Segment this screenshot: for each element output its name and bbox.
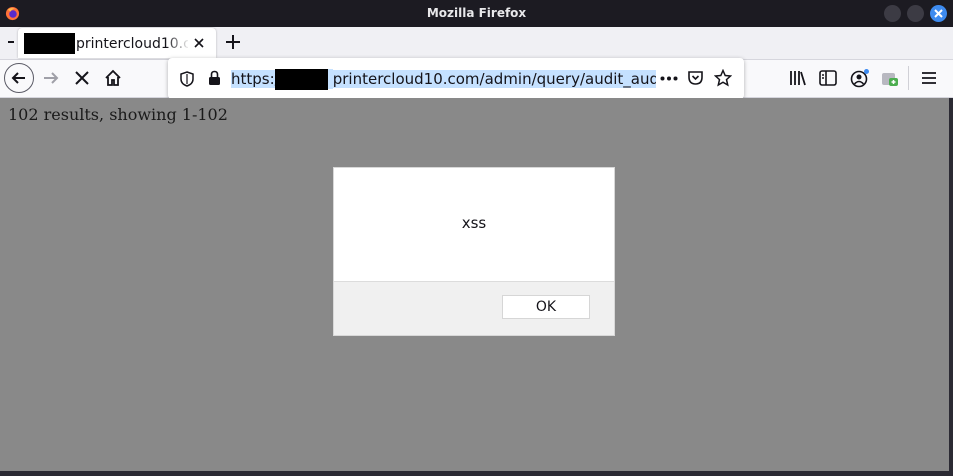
window-right-border — [949, 98, 953, 476]
maximize-button[interactable] — [907, 5, 924, 22]
redacted-block — [275, 69, 328, 90]
back-button[interactable] — [4, 63, 34, 93]
results-summary: 102 results, showing 1-102 — [8, 105, 228, 124]
url-rest: printercloud10.com/admin/query/audit_aud… — [332, 70, 656, 88]
address-bar[interactable]: https:/ printercloud10.com/admin/query/a… — [168, 58, 744, 99]
close-icon — [934, 9, 943, 18]
alert-dialog: xss OK — [333, 167, 615, 336]
alert-dialog-body: xss — [334, 168, 614, 282]
ok-button[interactable]: OK — [502, 295, 590, 319]
sidebar-icon[interactable] — [819, 70, 837, 86]
alert-message: xss — [461, 214, 487, 232]
tab-strip: printercloud10.co — [0, 27, 953, 60]
shield-icon[interactable] — [180, 71, 194, 87]
pocket-icon[interactable] — [687, 69, 704, 86]
menu-icon[interactable] — [921, 71, 937, 85]
star-icon[interactable] — [714, 69, 732, 87]
back-arrow-icon — [11, 72, 25, 84]
window-titlebar: Mozilla Firefox — [0, 0, 953, 27]
more-icon[interactable] — [660, 76, 678, 81]
forward-arrow-icon[interactable] — [41, 69, 61, 87]
lock-icon[interactable] — [208, 70, 221, 86]
tab-close-icon[interactable] — [192, 36, 206, 50]
window-close-button[interactable] — [930, 5, 947, 22]
url-scheme: https:/ — [231, 70, 280, 88]
toolbar-divider — [908, 66, 909, 90]
tab-title-fade — [166, 32, 190, 54]
browser-tab[interactable]: printercloud10.co — [18, 28, 216, 58]
window-bottom-border — [0, 471, 953, 476]
library-icon[interactable] — [789, 70, 807, 86]
new-tab-plus-icon[interactable] — [224, 33, 242, 51]
window-title: Mozilla Firefox — [426, 6, 527, 20]
tab-scroll-indicator[interactable] — [8, 41, 14, 43]
minimize-button[interactable] — [884, 5, 901, 22]
account-icon[interactable] — [850, 68, 870, 88]
extension-icon[interactable] — [881, 69, 899, 87]
redacted-block — [24, 33, 75, 54]
home-icon[interactable] — [104, 69, 122, 87]
stop-icon[interactable] — [74, 70, 90, 86]
